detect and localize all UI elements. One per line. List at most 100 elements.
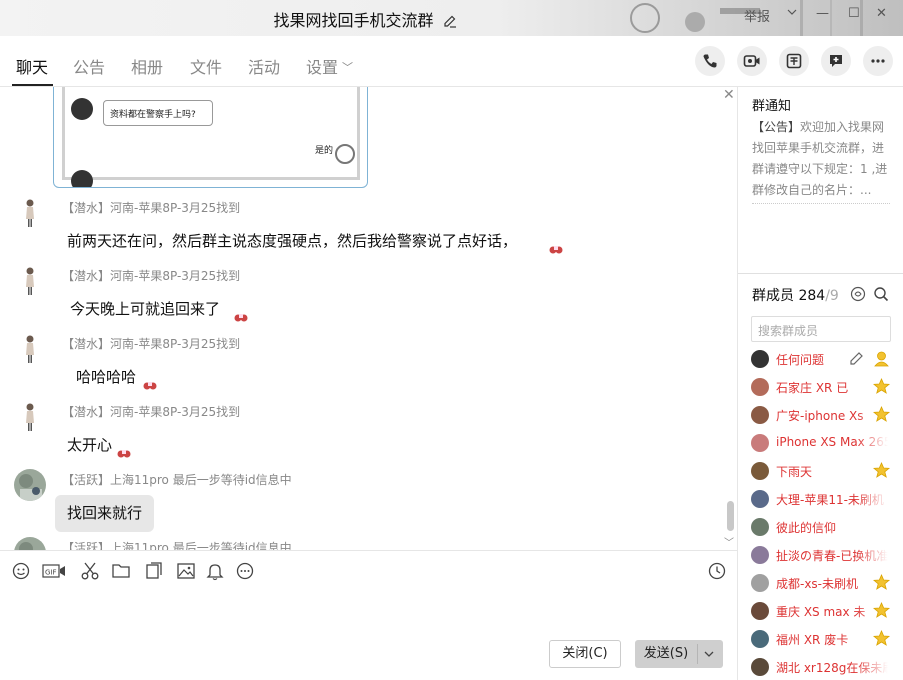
active-tab-indicator — [12, 84, 53, 86]
member-row[interactable]: 彼此的信仰 — [751, 516, 901, 538]
member-row[interactable]: 下雨天 — [751, 460, 901, 482]
avatar[interactable] — [14, 265, 46, 297]
member-row[interactable]: 成都-xs-未刷机 — [751, 572, 901, 594]
notice-content[interactable]: 【公告】欢迎加入找果网找回苹果手机交流群，进群请遵守以下规定：1 ,进群修改自己… — [752, 117, 894, 201]
image-icon[interactable] — [176, 561, 196, 581]
lesson-icon — [786, 53, 802, 69]
avatar — [71, 170, 93, 187]
star-badge-icon — [873, 406, 890, 422]
sender-name[interactable]: 【潜水】河南-苹果8P-3月25找到 — [62, 335, 240, 352]
avatar[interactable] — [14, 197, 46, 229]
members-header: 群成员 284/9 — [752, 285, 839, 305]
shared-image-message[interactable]: 资料都在警察手上吗? 是的 — [53, 87, 368, 188]
gif-icon[interactable]: GIF — [42, 561, 66, 581]
message-bubble[interactable]: 前两天还在问，然后群主说态度强硬点，然后我给警察说了点好话， — [55, 223, 530, 260]
sender-name[interactable]: 【活跃】上海11pro 最后一步等待id信息中 — [62, 539, 292, 550]
close-window-button[interactable]: ✕ — [876, 6, 887, 21]
scissors-icon[interactable] — [80, 561, 100, 581]
add-app-button[interactable] — [821, 46, 851, 76]
phone-icon — [703, 54, 717, 68]
maximize-button[interactable]: ☐ — [848, 6, 860, 21]
name-fade — [856, 432, 888, 454]
member-row[interactable]: 任何问题 — [751, 348, 901, 370]
avatar[interactable] — [14, 333, 46, 365]
member-row[interactable]: 湖北 xr128g在保未刷 — [751, 656, 901, 678]
sender-name[interactable]: 【活跃】上海11pro 最后一步等待id信息中 — [62, 471, 292, 488]
tab-activity[interactable]: 活动 — [248, 54, 280, 78]
title-bar: 找果网找回手机交流群 举报 — ☐ ✕ — [0, 0, 903, 36]
chat-window: 找果网找回手机交流群 举报 — ☐ ✕ 聊天 公告 相册 文件 活动 设置﹀ — [0, 0, 903, 680]
history-clock-icon[interactable] — [707, 561, 727, 581]
member-row[interactable]: iPhone XS Max 265 — [751, 432, 901, 454]
send-button[interactable]: 发送(S) — [635, 640, 723, 668]
member-row[interactable]: 扯淡の青春-已换机准 — [751, 544, 901, 566]
name-fade — [856, 656, 888, 678]
star-badge-icon — [873, 378, 890, 394]
image-reply-text: 是的 — [315, 146, 334, 156]
sender-name[interactable]: 【潜水】河南-苹果8P-3月25找到 — [62, 199, 240, 216]
group-info-panel: 群通知 【公告】欢迎加入找果网找回苹果手机交流群，进群请遵守以下规定：1 ,进群… — [737, 87, 903, 680]
avatar — [751, 406, 769, 424]
sticker-icon — [143, 382, 157, 390]
divider — [752, 203, 890, 204]
zoom-in-icon[interactable] — [335, 144, 355, 164]
edit-title-icon[interactable] — [443, 14, 457, 28]
scroll-down-icon[interactable]: ﹀ — [724, 534, 734, 549]
doc-icon[interactable] — [144, 561, 164, 581]
tab-settings[interactable]: 设置 ﹀ — [306, 54, 353, 78]
bell-icon[interactable] — [205, 561, 225, 581]
tab-album[interactable]: 相册 — [131, 54, 163, 78]
tab-files[interactable]: 文件 — [190, 54, 222, 78]
sender-name[interactable]: 【潜水】河南-苹果8P-3月25找到 — [62, 267, 240, 284]
phone-call-button[interactable] — [695, 46, 725, 76]
more-dots-icon[interactable] — [235, 561, 255, 581]
send-options-chevron-icon[interactable] — [703, 640, 715, 679]
lesson-button[interactable] — [779, 46, 809, 76]
close-button[interactable]: 关闭(C) — [549, 640, 621, 668]
window-title: 找果网找回手机交流群 — [0, 7, 730, 31]
star-badge-icon — [873, 602, 890, 618]
more-button[interactable] — [863, 46, 893, 76]
sender-name[interactable]: 【潜水】河南-苹果8P-3月25找到 — [62, 403, 240, 420]
report-button[interactable]: 举报 — [744, 6, 770, 25]
message-input-area[interactable]: GIF 关闭(C) 发送(S) — [0, 550, 737, 680]
message-bubble[interactable]: 找回来就行 — [55, 495, 155, 532]
chat-message-area[interactable]: 资料都在警察手上吗? 是的 ✕ 【潜水】河南-苹果8P-3月25找到 前两天还在… — [0, 87, 737, 550]
folder-icon[interactable] — [111, 561, 131, 581]
avatar — [751, 546, 769, 564]
sticker-icon — [117, 450, 131, 458]
video-call-button[interactable] — [737, 46, 767, 76]
member-row[interactable]: 福州 XR 废卡 — [751, 628, 901, 650]
svg-text:GIF: GIF — [45, 569, 57, 577]
tab-chat[interactable]: 聊天 — [16, 54, 48, 78]
member-row[interactable]: 大理-苹果11-未刷机 — [751, 488, 901, 510]
member-search-input[interactable]: 搜索群成员 — [751, 316, 891, 342]
avatar[interactable] — [14, 401, 46, 433]
members-count: 284 — [798, 288, 826, 304]
minimize-button[interactable]: — — [816, 6, 829, 21]
message-bubble[interactable]: 哈哈哈哈 — [64, 359, 149, 396]
avatar — [751, 434, 769, 452]
member-row[interactable]: 广安-iphone Xs — [751, 404, 901, 426]
star-badge-icon — [873, 574, 890, 590]
window-title-text: 找果网找回手机交流群 — [273, 11, 434, 30]
member-row[interactable]: 重庆 XS max 未 — [751, 600, 901, 622]
edit-icon[interactable] — [848, 350, 865, 367]
emoji-icon[interactable] — [11, 561, 31, 581]
chat-scrollbar-thumb[interactable] — [727, 501, 734, 531]
member-settings-icon[interactable] — [850, 286, 866, 302]
message-bubble[interactable]: 今天晚上可就追回来了 — [58, 291, 233, 328]
avatar[interactable] — [14, 537, 46, 550]
search-icon[interactable] — [873, 286, 889, 302]
collapse-icon[interactable]: ✕ — [723, 87, 735, 103]
avatar[interactable] — [14, 469, 46, 501]
add-app-icon — [830, 55, 842, 67]
tab-announcement[interactable]: 公告 — [73, 54, 105, 78]
name-fade — [856, 544, 888, 566]
message-bubble[interactable]: 太开心 — [55, 427, 125, 464]
star-badge-icon — [873, 462, 890, 478]
menu-chevron-icon[interactable] — [786, 6, 798, 22]
avatar — [751, 350, 769, 368]
send-separator — [697, 644, 698, 664]
member-row[interactable]: 石家庄 XR 已 — [751, 376, 901, 398]
